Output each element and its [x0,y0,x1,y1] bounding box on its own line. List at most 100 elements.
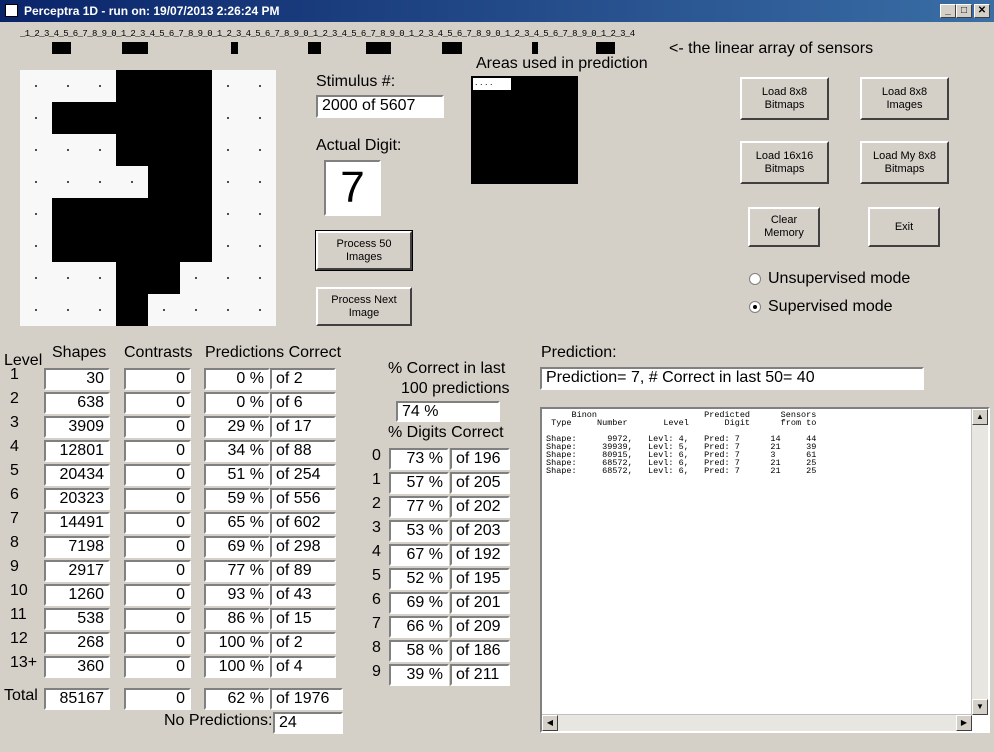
digit-pixel [52,230,84,262]
digit-pixel [20,230,52,262]
process-50-images-button[interactable]: Process 50 Images [315,230,413,271]
supervised-mode-label[interactable]: Supervised mode [768,298,893,316]
digit-pixel [20,262,52,294]
sensor-active-segment [596,42,616,54]
digit-pixel [116,166,148,198]
prediction-pct-field: 65 % [204,512,270,534]
prediction-pct-field: 93 % [204,584,270,606]
prediction-of-field: of 4 [270,656,336,678]
sensor-active-segment [308,42,321,54]
sensor-active-segment [365,42,392,54]
prediction-of-field: of 15 [270,608,336,630]
contrasts-field: 0 [124,512,191,534]
total-contrasts-field: 0 [124,688,191,710]
unsupervised-radio[interactable] [749,273,761,285]
load-8x8-bitmaps-button[interactable]: Load 8x8 Bitmaps [740,77,829,120]
exit-button[interactable]: Exit [868,207,940,247]
digit-of-field: of 195 [450,568,510,590]
prediction-pct-field: 29 % [204,416,270,438]
shapes-field: 2917 [44,560,110,582]
level-number: 5 [10,462,19,479]
level-number: 10 [10,582,28,599]
digit-pixel [244,166,276,198]
shapes-field: 1260 [44,584,110,606]
vertical-scrollbar[interactable]: ▲ ▼ [971,409,988,715]
contrasts-field: 0 [124,440,191,462]
digit-pixel [180,134,212,166]
sensor-active-segment [231,42,238,54]
scroll-left-icon[interactable]: ◀ [542,715,558,731]
digit-pixel [148,102,180,134]
last100-label-line2: 100 predictions [401,380,510,397]
maximize-button[interactable]: □ [956,4,972,18]
total-shapes-field: 85167 [44,688,110,710]
areas-preview-marker: . . . . [473,78,511,90]
stimulus-label: Stimulus #: [316,73,396,90]
digit-of-field: of 202 [450,496,510,518]
digit-pct-field: 73 % [389,448,449,470]
minimize-button[interactable]: _ [940,4,956,18]
digit-pixel [212,70,244,102]
prediction-of-field: of 89 [270,560,336,582]
contrasts-field: 0 [124,632,191,654]
digit-pixel [116,262,148,294]
scroll-right-icon[interactable]: ▶ [956,715,972,731]
digit-pixel [148,198,180,230]
process-next-image-button[interactable]: Process Next Image [316,287,412,326]
digit-pixel [84,102,116,134]
contrasts-field: 0 [124,392,191,414]
last100-field: 74 % [396,401,500,422]
digit-number: 2 [372,495,381,512]
prediction-of-field: of 2 [270,632,336,654]
level-number: 8 [10,534,19,551]
level-number: 11 [10,606,27,623]
digit-pct-field: 53 % [389,520,449,542]
load-16x16-bitmaps-button[interactable]: Load 16x16 Bitmaps [740,141,829,184]
digit-pixel [52,134,84,166]
digit-pixel [52,262,84,294]
no-predictions-field: 24 [273,712,343,734]
stimulus-field[interactable]: 2000 of 5607 [316,95,444,118]
prediction-of-field: of 602 [270,512,336,534]
contrasts-header: Contrasts [124,344,193,361]
supervised-radio[interactable] [749,301,761,313]
contrasts-field: 0 [124,656,191,678]
level-number: 6 [10,486,19,503]
level-number: 12 [10,630,28,647]
prediction-of-field: of 2 [270,368,336,390]
prediction-of-field: of 298 [270,536,336,558]
digit-number: 0 [372,447,381,464]
digit-pixel [52,70,84,102]
contrasts-field: 0 [124,488,191,510]
prediction-pct-field: 0 % [204,392,270,414]
scroll-down-icon[interactable]: ▼ [972,699,988,715]
prediction-of-field: of 88 [270,440,336,462]
areas-preview: . . . . [471,76,578,184]
digit-of-field: of 205 [450,472,510,494]
digit-pixel [116,230,148,262]
load-my-8x8-bitmaps-button[interactable]: Load My 8x8 Bitmaps [860,141,949,184]
digit-pixel [52,166,84,198]
level-number: 13+ [10,654,38,671]
prediction-output[interactable]: Binon Predicted Sensors Type Number Leve… [540,407,990,733]
digit-of-field: of 203 [450,520,510,542]
digit-pixel [84,198,116,230]
actual-digit-label: Actual Digit: [316,137,402,154]
unsupervised-mode-label[interactable]: Unsupervised mode [768,270,910,288]
shapes-field: 268 [44,632,110,654]
app-icon [5,4,18,17]
digit-pixel [244,262,276,294]
prediction-pct-field: 0 % [204,368,270,390]
digit-pixel [180,230,212,262]
level-number: 2 [10,390,19,407]
digit-pixel [20,102,52,134]
clear-memory-button[interactable]: Clear Memory [748,207,820,247]
close-button[interactable]: ✕ [974,4,990,18]
total-of-field: of 1976 [270,688,343,710]
shapes-field: 3909 [44,416,110,438]
load-8x8-images-button[interactable]: Load 8x8 Images [860,77,949,120]
scroll-up-icon[interactable]: ▲ [972,409,988,425]
prediction-field: Prediction= 7, # Correct in last 50= 40 [540,367,924,390]
shapes-field: 360 [44,656,110,678]
horizontal-scrollbar[interactable]: ◀ ▶ [542,714,972,731]
